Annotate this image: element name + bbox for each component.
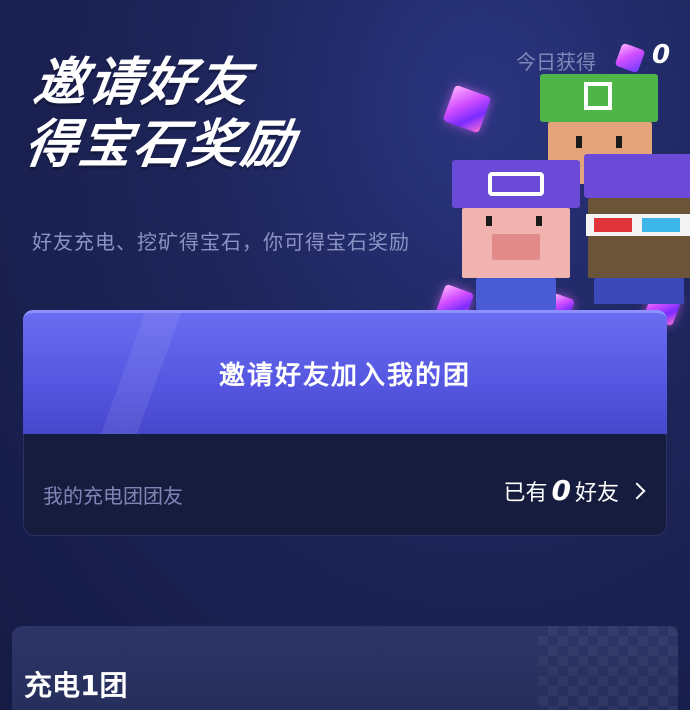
- character-pig: [452, 160, 582, 310]
- team-name: 充电1团: [24, 669, 128, 702]
- today-earned-value: 0: [652, 40, 671, 70]
- team-members-label: 我的充电团团友: [43, 484, 183, 508]
- invite-friends-button-label: 邀请好友加入我的团: [218, 361, 471, 391]
- chevron-right-icon: [628, 482, 646, 499]
- hero-title-line2: 得宝石奖励: [21, 115, 300, 175]
- team-members-row[interactable]: 我的充电团团友 已有 0 好友: [23, 434, 667, 536]
- members-count-suffix: 好友: [574, 480, 619, 506]
- invite-friends-button[interactable]: 邀请好友加入我的团: [23, 310, 667, 434]
- hero-title-line1: 邀请好友: [30, 53, 255, 113]
- members-count-prefix: 已有: [503, 480, 548, 506]
- hero-subtitle: 好友充电、挖矿得宝石，你可得宝石奖励: [32, 230, 410, 254]
- team-members-count: 已有 0 好友: [503, 474, 646, 507]
- invite-friends-page: 邀请好友 得宝石奖励 好友充电、挖矿得宝石，你可得宝石奖励 邀请好友加入我的团 …: [0, 0, 690, 710]
- today-earned-label: 今日获得: [516, 50, 596, 74]
- team-section: 充电1团: [12, 626, 678, 710]
- characters-illustration: [430, 60, 690, 330]
- hero-title: 邀请好友 得宝石奖励: [21, 52, 308, 176]
- gem-icon: [442, 84, 492, 134]
- members-count-value: 0: [551, 474, 571, 507]
- character-3d-glasses: [584, 154, 690, 304]
